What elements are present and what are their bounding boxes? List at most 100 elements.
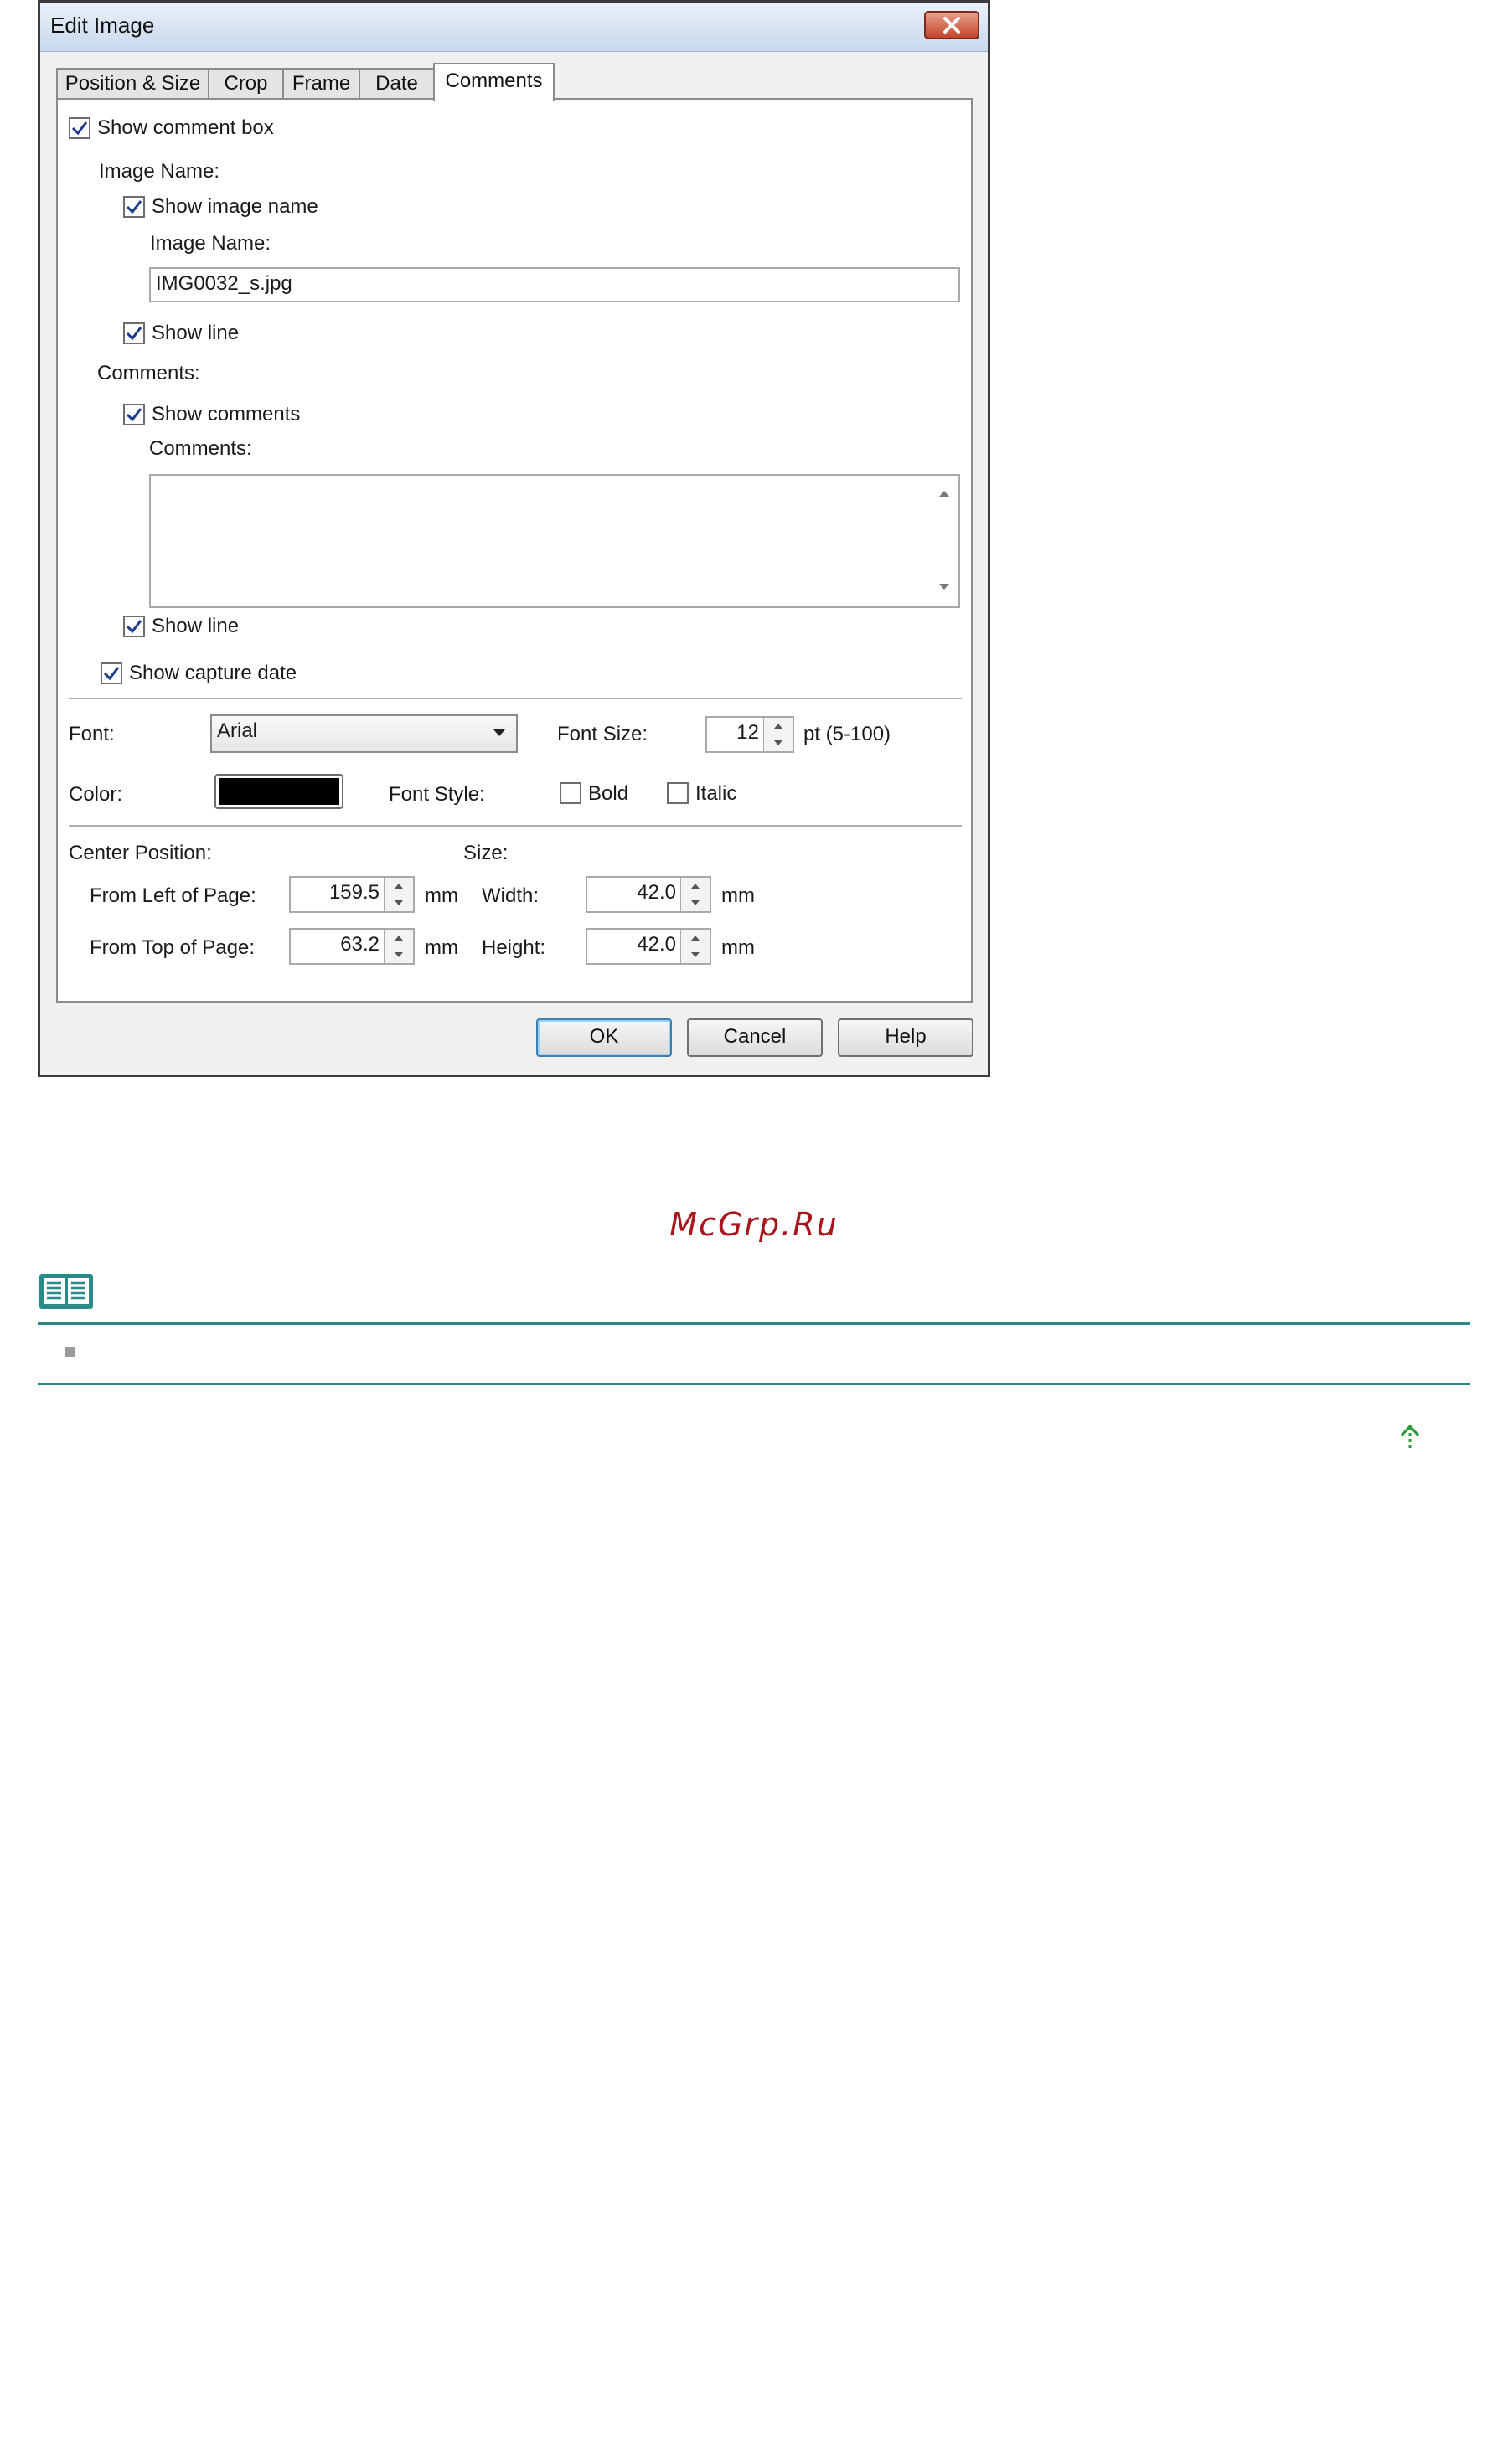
page-top-link[interactable] (1397, 1424, 1423, 1454)
show-comments-label: Show comments (152, 403, 301, 425)
italic-checkbox[interactable] (667, 782, 689, 804)
watermark: McGrp.Ru (669, 1206, 839, 1243)
show-image-name-checkbox[interactable] (123, 196, 145, 218)
decrement-button[interactable] (681, 894, 710, 911)
arrow-down-small-icon (395, 952, 403, 957)
decrement-button[interactable] (681, 946, 710, 963)
tab-frame[interactable]: Frame (282, 68, 360, 100)
comments-scrollbar[interactable] (930, 476, 958, 606)
decrement-button[interactable] (764, 735, 793, 751)
width-stepper[interactable]: 42.0 (586, 876, 711, 913)
checkmark-icon (126, 620, 142, 634)
arrow-up-small-icon (395, 884, 403, 889)
show-comment-box-label: Show comment box (97, 116, 274, 139)
decrement-button[interactable] (385, 946, 413, 963)
arrow-down-small-icon (774, 740, 782, 745)
arrow-up-small-icon (395, 936, 403, 941)
width-arrows (680, 878, 710, 911)
font-size-unit: pt (5-100) (803, 723, 891, 745)
book-icon (39, 1274, 93, 1309)
show-capture-date-label: Show capture date (129, 662, 297, 684)
tab-position-size[interactable]: Position & Size (56, 68, 209, 100)
font-size-stepper[interactable]: 12 (705, 716, 794, 753)
separator-2 (69, 825, 962, 827)
height-unit: mm (721, 936, 755, 959)
bold-checkbox[interactable] (560, 782, 581, 804)
from-left-stepper[interactable]: 159.5 (289, 876, 415, 913)
close-icon (943, 17, 960, 34)
comments-textarea[interactable] (149, 474, 960, 608)
checkmark-icon (126, 327, 142, 341)
center-position-label: Center Position: (69, 842, 212, 864)
bold-label: Bold (588, 782, 629, 805)
increment-button[interactable] (385, 930, 413, 946)
increment-button[interactable] (681, 930, 710, 946)
height-label: Height: (482, 936, 546, 959)
font-label: Font: (69, 723, 115, 745)
show-line-checkbox-2[interactable] (123, 616, 145, 637)
show-line-label-1: Show line (152, 322, 240, 344)
width-value: 42.0 (637, 881, 676, 904)
arrow-down-small-icon (691, 900, 700, 905)
comments-group-label: Comments: (97, 362, 200, 384)
italic-label: Italic (695, 782, 737, 805)
height-value: 42.0 (637, 933, 676, 956)
font-select[interactable]: Arial (210, 714, 518, 753)
tab-crop[interactable]: Crop (208, 68, 284, 100)
image-name-input[interactable]: IMG0032_s.jpg (149, 267, 960, 302)
show-image-name-label: Show image name (152, 195, 318, 218)
color-label: Color: (69, 783, 123, 806)
close-button[interactable] (924, 11, 979, 39)
arrow-up-small-icon (691, 884, 700, 889)
from-top-arrows (384, 930, 413, 963)
separator-1 (69, 698, 962, 700)
show-line-checkbox-1[interactable] (123, 322, 145, 344)
bullet-icon (65, 1347, 75, 1357)
arrow-up-small-icon (691, 936, 700, 941)
cancel-button[interactable]: Cancel (687, 1018, 823, 1057)
note-top-rule (38, 1322, 1470, 1325)
arrow-up-small-icon (774, 724, 782, 729)
checkmark-icon (103, 667, 120, 681)
font-size-arrows (763, 718, 793, 751)
image-name-field-label: Image Name: (150, 232, 271, 255)
decrement-button[interactable] (385, 894, 413, 911)
height-stepper[interactable]: 42.0 (586, 928, 711, 965)
from-left-value: 159.5 (328, 881, 380, 904)
edit-image-dialog: Edit Image Position & Size Crop Frame Da… (38, 0, 990, 1077)
from-left-label: From Left of Page: (90, 884, 256, 907)
tab-comments[interactable]: Comments (433, 63, 555, 101)
show-comment-box-checkbox[interactable] (69, 117, 90, 139)
increment-button[interactable] (764, 718, 793, 735)
font-style-label: Font Style: (389, 783, 485, 806)
arrow-down-small-icon (395, 900, 403, 905)
height-arrows (680, 930, 710, 963)
arrow-up-icon (1400, 1424, 1420, 1451)
checkmark-icon (71, 121, 88, 136)
size-label: Size: (463, 842, 509, 864)
increment-button[interactable] (385, 878, 413, 894)
image-name-group-label: Image Name: (99, 160, 220, 183)
from-left-unit: mm (425, 884, 458, 907)
show-capture-date-checkbox[interactable] (101, 662, 122, 684)
ok-button[interactable]: OK (536, 1018, 672, 1057)
color-button[interactable] (214, 774, 343, 809)
from-top-unit: mm (425, 936, 458, 959)
checkmark-icon (126, 200, 142, 214)
arrow-down-small-icon (691, 952, 700, 957)
from-top-stepper[interactable]: 63.2 (289, 928, 415, 965)
increment-button[interactable] (681, 878, 710, 894)
font-size-label: Font Size: (557, 723, 648, 745)
comments-field-label: Comments: (149, 437, 252, 460)
scroll-up-icon (939, 491, 949, 497)
dialog-title: Edit Image (50, 13, 155, 38)
from-top-label: From Top of Page: (90, 936, 255, 959)
help-button[interactable]: Help (838, 1018, 973, 1057)
tab-date[interactable]: Date (359, 68, 435, 100)
from-left-arrows (384, 878, 413, 911)
title-bar: Edit Image (40, 3, 988, 52)
chevron-down-icon (493, 729, 505, 736)
comments-panel: Show comment box Image Name: Show image … (56, 98, 973, 1003)
color-swatch (219, 778, 339, 805)
show-comments-checkbox[interactable] (123, 404, 145, 425)
